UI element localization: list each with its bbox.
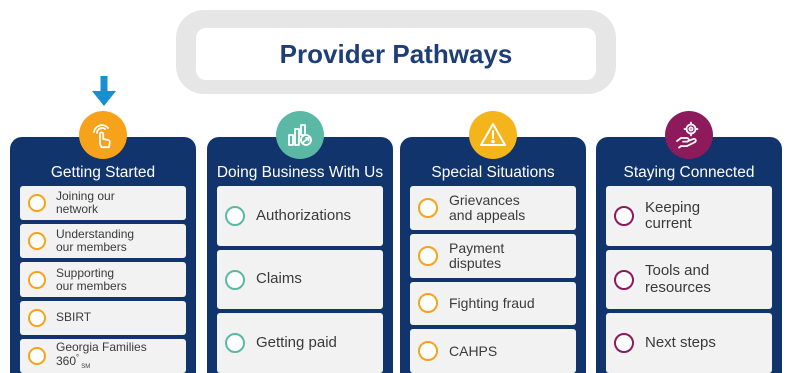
radio-circle	[418, 245, 438, 266]
column-title: Staying Connected	[623, 164, 755, 181]
item-label: CAHPS	[449, 342, 498, 359]
item-list: Grievances and appeals Payment disputes …	[410, 186, 576, 373]
list-item-cahps[interactable]: CAHPS	[410, 329, 576, 373]
radio-circle	[614, 269, 634, 290]
list-item-joining-our-network[interactable]: Joining our network	[20, 186, 186, 221]
list-item-getting-paid[interactable]: Getting paid	[217, 313, 383, 373]
hand-gear-icon	[665, 111, 713, 159]
list-item-next-steps[interactable]: Next steps	[606, 313, 772, 373]
column-special-situations: Special Situations Grievances and appeal…	[400, 0, 586, 373]
touch-hand-icon	[79, 111, 127, 159]
item-label: Payment disputes	[449, 239, 505, 271]
list-item-fighting-fraud[interactable]: Fighting fraud	[410, 281, 576, 326]
radio-circle	[28, 194, 46, 213]
list-item-georgia-families-360[interactable]: Georgia Families 360°SM	[20, 338, 186, 373]
column-staying-connected: Staying Connected Keeping current Tools …	[596, 0, 782, 373]
list-item-authorizations[interactable]: Authorizations	[217, 186, 383, 246]
list-item-payment-disputes[interactable]: Payment disputes	[410, 233, 576, 278]
item-label: SBIRT	[56, 310, 92, 325]
column-getting-started: Getting Started Joining our network Unde…	[10, 0, 196, 373]
radio-circle	[418, 197, 438, 218]
radio-circle	[614, 333, 634, 354]
item-label: Grievances and appeals	[449, 191, 526, 223]
item-label: Next steps	[645, 334, 716, 352]
item-label: Authorizations	[256, 206, 352, 224]
column-title: Doing Business With Us	[216, 164, 384, 181]
list-item-keeping-current[interactable]: Keeping current	[606, 186, 772, 246]
item-label: Understanding our members	[56, 227, 135, 255]
radio-circle	[225, 333, 245, 354]
radio-circle	[614, 205, 634, 226]
warning-icon	[469, 111, 517, 159]
item-list: Joining our network Understanding our me…	[20, 186, 186, 373]
list-item-sbirt[interactable]: SBIRT	[20, 300, 186, 335]
chart-growth-icon	[276, 111, 324, 159]
item-label: Claims	[256, 270, 302, 288]
list-item-claims[interactable]: Claims	[217, 249, 383, 310]
item-label: Supporting our members	[56, 265, 127, 293]
degree-mark: °	[76, 352, 80, 362]
down-arrow-icon	[92, 76, 116, 106]
item-label: Joining our network	[56, 189, 115, 217]
item-label-text: Georgia Families 360	[56, 340, 147, 368]
item-label: Getting paid	[256, 334, 337, 352]
radio-circle	[418, 341, 438, 362]
item-label: Georgia Families 360°SM	[56, 341, 147, 371]
list-item-supporting-our-members[interactable]: Supporting our members	[20, 262, 186, 297]
column-title: Special Situations	[431, 164, 555, 181]
radio-circle	[28, 232, 46, 251]
item-label: Keeping current	[645, 198, 701, 232]
list-item-tools-and-resources[interactable]: Tools and resources	[606, 249, 772, 310]
service-mark: SM	[81, 364, 91, 371]
list-item-grievances-and-appeals[interactable]: Grievances and appeals	[410, 186, 576, 230]
item-list: Keeping current Tools and resources Next…	[606, 186, 772, 373]
item-label: Tools and resources	[645, 262, 711, 296]
radio-circle	[28, 308, 46, 327]
item-list: Authorizations Claims Getting paid	[217, 186, 383, 373]
column-title: Getting Started	[50, 164, 156, 181]
column-doing-business: Doing Business With Us Authorizations Cl…	[207, 0, 393, 373]
radio-circle	[225, 269, 245, 290]
radio-circle	[225, 205, 245, 226]
radio-circle	[28, 346, 46, 365]
radio-circle	[28, 270, 46, 289]
item-label: Fighting fraud	[449, 294, 535, 311]
radio-circle	[418, 293, 438, 314]
list-item-understanding-our-members[interactable]: Understanding our members	[20, 224, 186, 259]
